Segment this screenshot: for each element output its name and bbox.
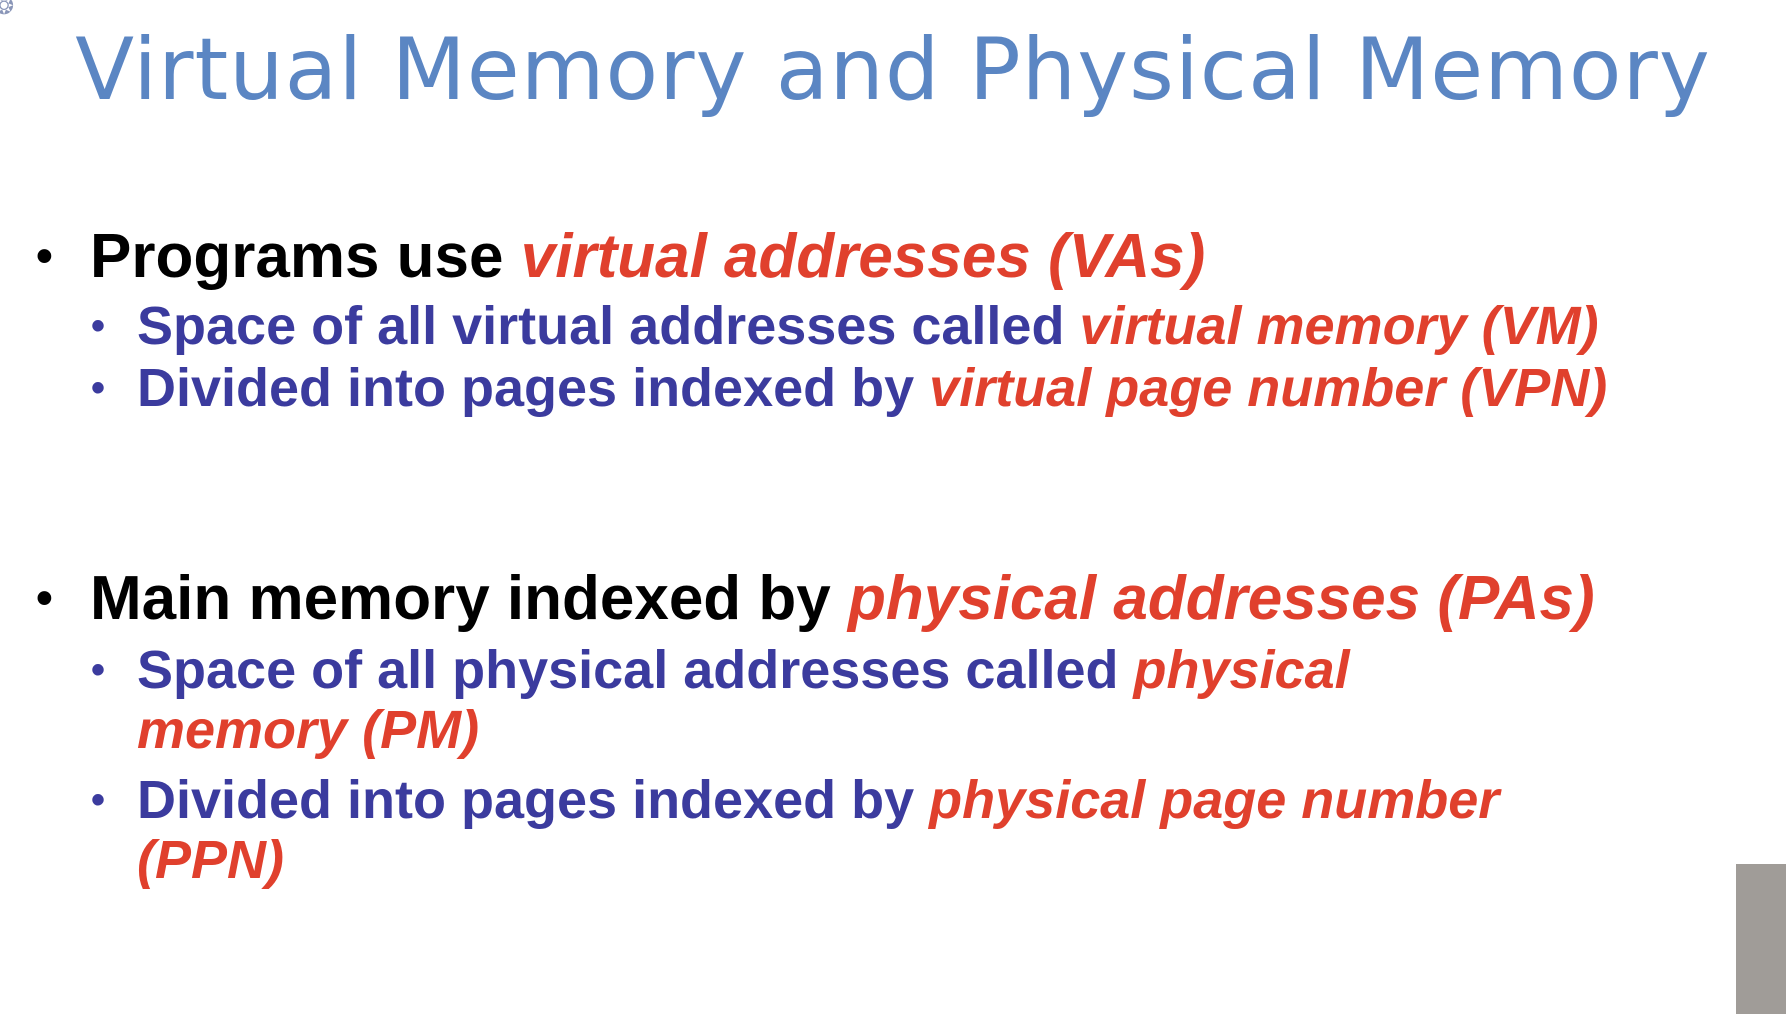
sub-bullet-item: • Space of all physical addresses called… [91, 640, 1350, 700]
bullet-icon: • [36, 230, 53, 283]
sub-bullet-emphasis: virtual page number (VPN) [929, 358, 1608, 418]
bullet-icon: • [91, 304, 106, 348]
sub-bullet-text: Divided into pages indexed by [137, 358, 930, 418]
sub-bullet-text: Space of all physical addresses called [137, 640, 1134, 700]
sub-bullet-emphasis: physical page number [929, 770, 1500, 830]
sub-bullet-text: Space of all virtual addresses called [137, 296, 1080, 356]
bullet-icon: • [91, 778, 106, 822]
sub-bullet-text: Divided into pages indexed by [137, 770, 930, 830]
bullet-icon: • [91, 648, 106, 692]
video-overlay-corner [1736, 864, 1786, 1014]
bullet-item: • Main memory indexed by physical addres… [36, 564, 1595, 634]
bullet-emphasis: virtual addresses (VAs) [520, 222, 1206, 291]
bullet-icon: • [36, 572, 53, 625]
slide: ❂ Virtual Memory and Physical Memory • P… [0, 0, 1786, 1014]
bullet-text: Programs use [90, 222, 521, 291]
slide-title: Virtual Memory and Physical Memory [75, 20, 1711, 120]
sub-bullet-item: • Divided into pages indexed by physical… [91, 770, 1500, 830]
sub-bullet-emphasis: virtual memory (VM) [1079, 296, 1599, 356]
bullet-emphasis: physical addresses (PAs) [848, 564, 1595, 633]
bullet-text: Main memory indexed by [90, 564, 848, 633]
logo-icon: ❂ [0, 0, 15, 20]
sub-bullet-item: • Divided into pages indexed by virtual … [91, 358, 1608, 418]
sub-bullet-item: • Space of all virtual addresses called … [91, 296, 1599, 356]
sub-bullet-emphasis: physical [1133, 640, 1350, 700]
sub-bullet-continuation: (PPN) [137, 830, 284, 890]
sub-bullet-continuation: memory (PM) [137, 700, 480, 760]
bullet-icon: • [91, 366, 106, 410]
bullet-item: • Programs use virtual addresses (VAs) [36, 222, 1206, 292]
